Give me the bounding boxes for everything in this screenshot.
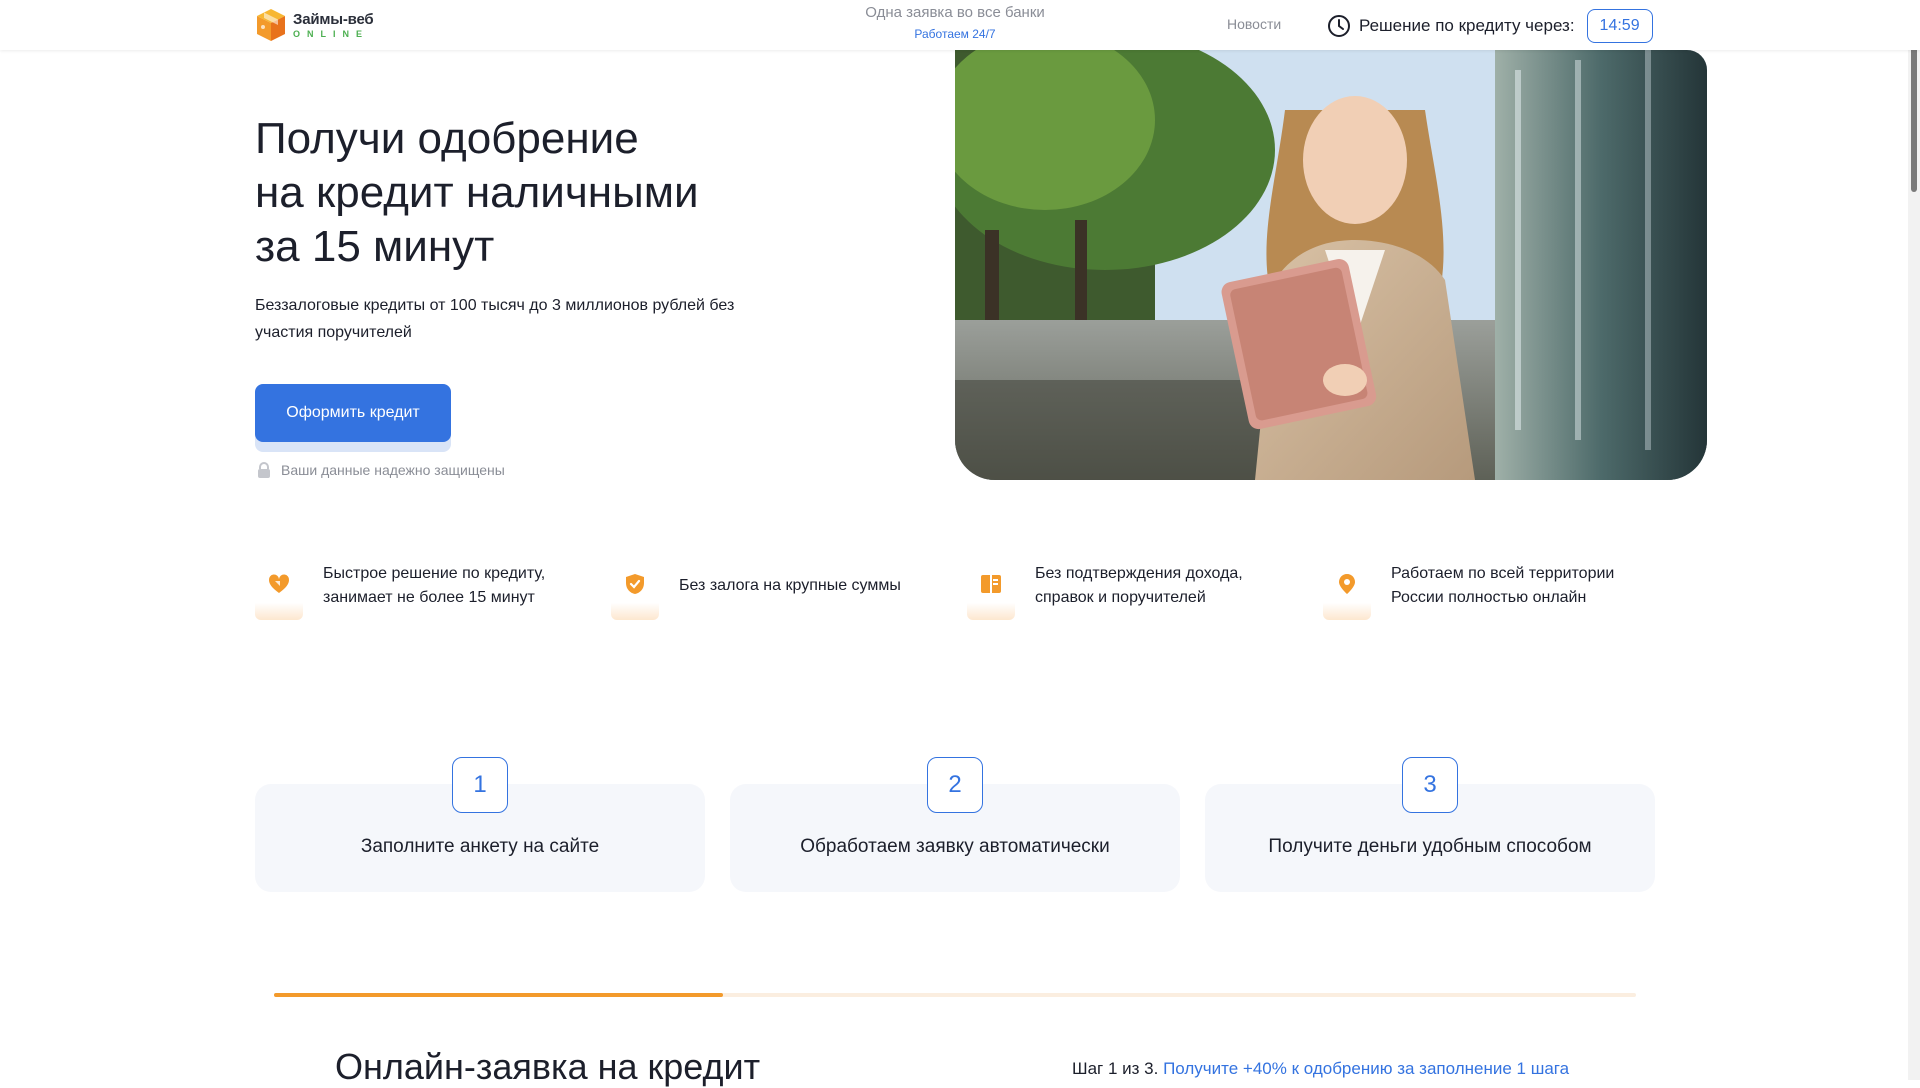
step-label-2: Обработаем заявку автоматически	[800, 836, 1110, 857]
secure-note: Ваши данные надежно защищены	[255, 460, 505, 480]
decision-timer: Решение по кредиту через: 14:59	[1327, 8, 1653, 44]
step-label-3: Получите деньги удобным способом	[1268, 836, 1592, 857]
logo-cube-icon	[257, 9, 285, 41]
feature-text: Без залога на крупные суммы	[679, 577, 901, 594]
nav-news-link[interactable]: Новости	[1227, 16, 1281, 32]
feature-badge	[1323, 562, 1371, 620]
woman-with-tablet-illustration	[955, 50, 1707, 480]
form-progress-fill	[274, 993, 724, 997]
header-tagline: Одна заявка во все банки Работаем 24/7	[830, 4, 1080, 41]
features-row: Быстрое решение по кредиту, занимает не …	[255, 562, 1685, 622]
tagline-main: Одна заявка во все банки	[865, 4, 1045, 21]
apply-credit-button[interactable]: Оформить кредит	[255, 384, 451, 442]
clock-icon	[1328, 15, 1350, 37]
hero-description: Беззалоговые кредиты от 100 тысяч до 3 м…	[255, 297, 735, 341]
form-step-info: Шаг 1 из 3. Получите +40% к одобрению за…	[1072, 1059, 1569, 1079]
decision-label: Решение по кредиту через:	[1359, 16, 1575, 35]
lock-icon	[258, 462, 270, 478]
document-icon	[981, 575, 1001, 593]
feature-badge	[967, 562, 1015, 620]
heart-tag-icon	[268, 574, 290, 593]
hero-title: Получи одобрение на кредит наличными за …	[255, 112, 815, 274]
feature-text: Быстрое решение по кредиту, занимает не …	[323, 565, 546, 606]
logo-name: Займы-веб	[293, 10, 374, 28]
site-header: Займы-веб ONLINE Одна заявка во все банк…	[0, 0, 1920, 50]
form-progress-bar	[274, 993, 1636, 997]
hero-photo	[955, 50, 1707, 480]
hero-title-line-3: за 15 минут	[255, 222, 495, 271]
countdown-timer: 14:59	[1586, 9, 1653, 43]
shield-check-icon	[626, 574, 644, 594]
step-number-2: 2	[927, 757, 983, 813]
location-pin-icon	[1339, 574, 1355, 594]
hero-title-line-2: на кредит наличными	[255, 168, 699, 217]
step-counter: Шаг 1 из 3.	[1072, 1059, 1159, 1078]
feature-text: Без подтверждения дохода, справок и пору…	[1035, 565, 1243, 606]
page-scrollbar[interactable]	[1908, 0, 1920, 1080]
step-hint: Получите +40% к одобрению за заполнение …	[1163, 1059, 1570, 1078]
form-title: Онлайн-заявка на кредит	[335, 1046, 761, 1087]
hero-title-line-1: Получи одобрение	[255, 114, 639, 163]
feature-text: Работаем по всей территории России полно…	[1391, 565, 1615, 606]
step-number-1: 1	[452, 757, 508, 813]
logo-subtitle: ONLINE	[293, 28, 370, 39]
feature-badge	[255, 562, 303, 620]
feature-badge	[611, 562, 659, 620]
logo[interactable]: Займы-веб ONLINE	[255, 6, 374, 44]
step-number-3: 3	[1402, 757, 1458, 813]
tagline-sub: Работаем 24/7	[914, 27, 996, 41]
secure-note-text: Ваши данные надежно защищены	[281, 462, 505, 478]
step-label-1: Заполните анкету на сайте	[360, 836, 600, 857]
